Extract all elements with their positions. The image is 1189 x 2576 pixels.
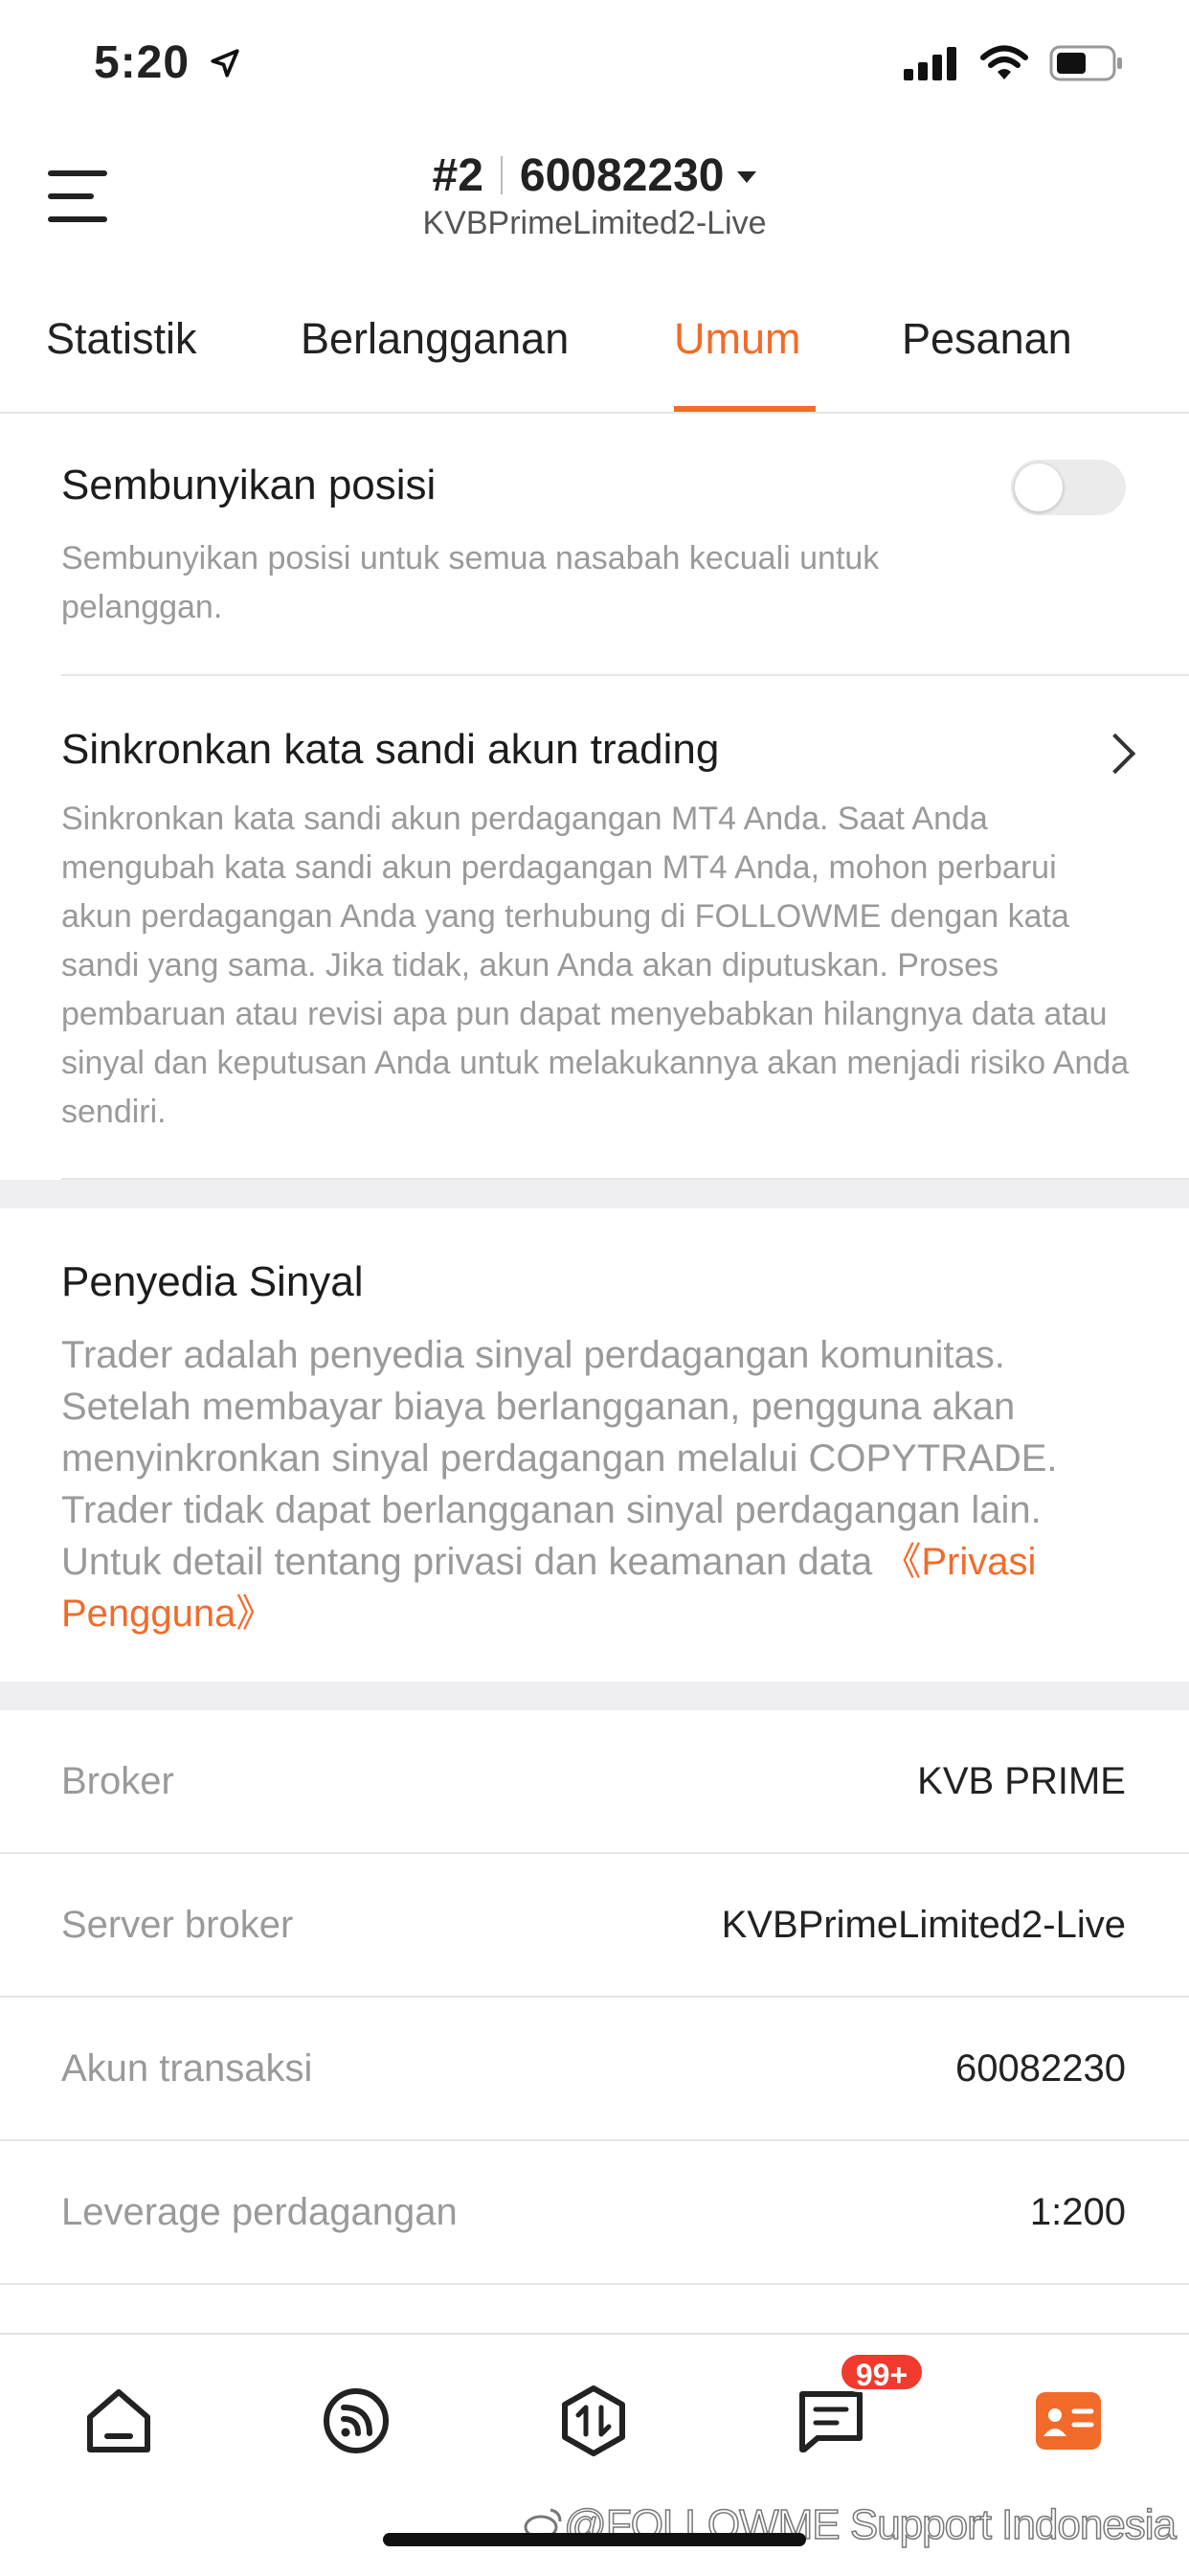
battery-icon	[1049, 45, 1122, 81]
location-arrow-icon	[211, 49, 240, 78]
transaction-account-value: 60082230	[955, 2047, 1126, 2090]
toggle-knob	[1015, 463, 1063, 511]
divider	[0, 2283, 1189, 2285]
signal-provider-description: Trader adalah penyedia sinyal perdaganga…	[61, 1334, 1058, 1635]
profile-card-icon	[1036, 2392, 1101, 2450]
leverage-label: Leverage perdagangan	[61, 2191, 458, 2233]
active-tab-indicator	[674, 406, 816, 412]
divider	[0, 2139, 1189, 2141]
status-time: 5:20	[94, 36, 241, 89]
broker-value: KVB PRIME	[917, 1760, 1126, 1802]
status-icons	[904, 44, 1124, 82]
nav-profile[interactable]	[1030, 2383, 1107, 2459]
tab-pesanan[interactable]: Pesanan	[902, 314, 1072, 364]
account-number: 60082230	[519, 150, 725, 201]
nav-trade[interactable]	[555, 2383, 632, 2459]
chevron-right-icon	[1094, 733, 1136, 775]
divider	[0, 1852, 1189, 1854]
home-indicator	[383, 2533, 806, 2546]
home-icon	[87, 2389, 150, 2452]
hide-positions-title: Sembunyikan posisi	[61, 462, 437, 508]
tab-statistik[interactable]: Statistik	[46, 314, 197, 364]
nav-messages[interactable]	[793, 2383, 869, 2459]
cellular-signal-icon	[904, 47, 956, 80]
wifi-icon	[980, 45, 1028, 79]
account-index: #2	[432, 150, 483, 201]
nav-feed[interactable]	[318, 2383, 394, 2459]
broker-label: Broker	[61, 1760, 174, 1802]
tab-umum[interactable]: Umum	[674, 314, 801, 364]
transaction-account-label: Akun transaksi	[61, 2047, 313, 2090]
sync-password-description: Sinkronkan kata sandi akun perdagangan M…	[61, 801, 1130, 1130]
message-badge: 99+	[839, 2352, 925, 2392]
hide-positions-description: Sembunyikan posisi untuk semua nasabah k…	[61, 540, 880, 625]
section-gap	[0, 1180, 1189, 1209]
hide-positions-toggle[interactable]	[1011, 460, 1126, 515]
sync-password-row[interactable]: Sinkronkan kata sandi akun trading Sinkr…	[0, 676, 1189, 1180]
leverage-value: 1:200	[1029, 2191, 1126, 2233]
message-icon	[799, 2391, 863, 2452]
divider	[0, 1996, 1189, 1998]
section-gap	[0, 1682, 1189, 1710]
sync-password-title: Sinkronkan kata sandi akun trading	[61, 726, 720, 773]
signal-provider-title: Penyedia Sinyal	[61, 1258, 364, 1305]
server-value: KVBPrimeLimited2-Live	[721, 1904, 1126, 1946]
nav-home[interactable]	[80, 2383, 157, 2459]
feed-icon	[324, 2388, 389, 2453]
account-selector[interactable]: #2 60082230	[0, 149, 1189, 202]
tab-berlangganan[interactable]: Berlangganan	[301, 314, 569, 364]
trade-icon	[562, 2385, 625, 2456]
server-label: Server broker	[61, 1904, 294, 1946]
account-server: KVBPrimeLimited2-Live	[422, 205, 767, 241]
tab-bar: Statistik Berlangganan Umum Pesanan	[0, 268, 1189, 414]
caret-down-icon	[737, 171, 757, 183]
